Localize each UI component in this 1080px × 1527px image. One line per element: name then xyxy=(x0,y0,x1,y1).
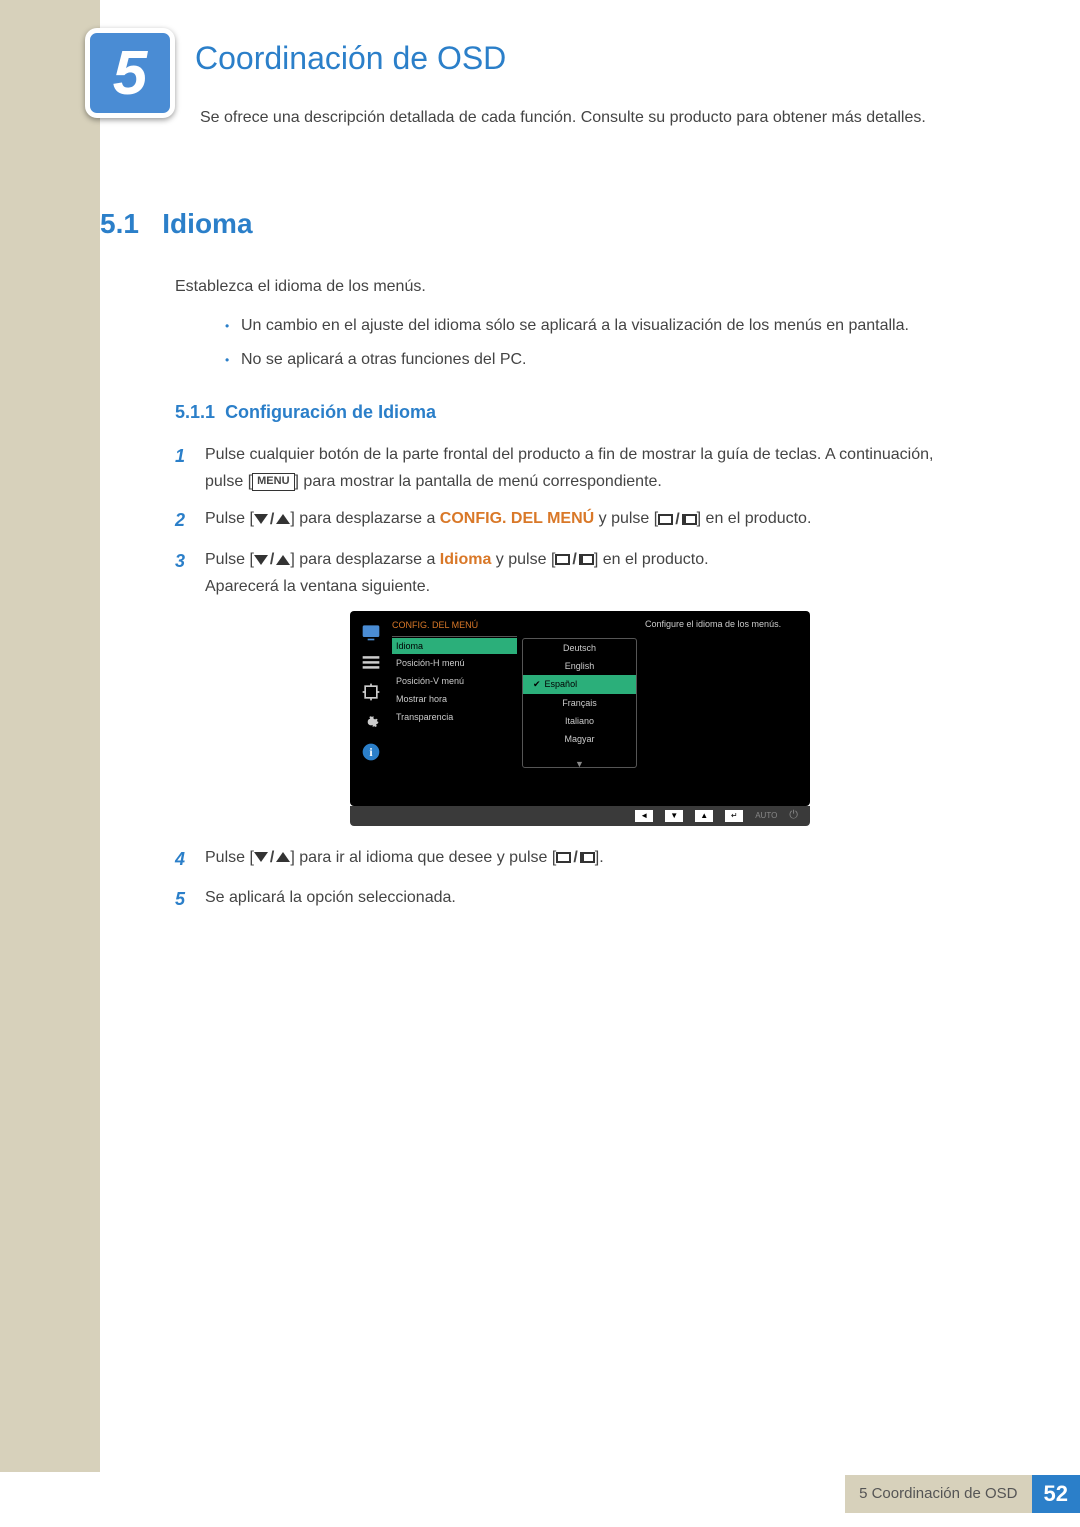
osd-lang-option: Français xyxy=(523,694,636,712)
step-1: 1 Pulse cualquier botón de la parte fron… xyxy=(175,441,945,495)
enter-button-icon: ↵ xyxy=(725,810,743,822)
chapter-intro: Se ofrece una descripción detallada de c… xyxy=(200,106,940,130)
step-5: 5 Se aplicará la opción seleccionada. xyxy=(175,884,945,915)
step-4: 4 Pulse [/] para ir al idioma que desee … xyxy=(175,844,945,875)
osd-menu-header: CONFIG. DEL MENÚ xyxy=(392,617,517,637)
subsection-heading: 5.1.1 Configuración de Idioma xyxy=(175,402,945,423)
list-icon xyxy=(359,651,383,673)
down-up-icon: / xyxy=(254,844,290,871)
osd-lang-option: English xyxy=(523,657,636,675)
check-icon: ✔ xyxy=(533,679,541,690)
step-number: 2 xyxy=(175,505,205,536)
step-text-part: Se aplicará la opción seleccionada. xyxy=(205,884,945,915)
section-heading: 5.1 Idioma xyxy=(100,208,253,240)
step-2: 2 Pulse [/] para desplazarse a CONFIG. D… xyxy=(175,505,945,536)
section-title: Idioma xyxy=(162,208,252,239)
section-number: 5.1 xyxy=(100,208,139,239)
enter-icon: / xyxy=(555,546,593,573)
size-icon xyxy=(359,681,383,703)
info-icon: i xyxy=(359,741,383,763)
down-up-icon: / xyxy=(254,546,290,573)
highlight-text: CONFIG. DEL MENÚ xyxy=(440,510,594,527)
chapter-number-badge: 5 xyxy=(85,28,175,118)
step-text-part: y pulse [ xyxy=(491,551,555,568)
step-3: 3 Pulse [/] para desplazarse a Idioma y … xyxy=(175,546,945,601)
step-text-part: ] en el producto. xyxy=(697,510,812,527)
subsection-number: 5.1.1 xyxy=(175,402,215,422)
step-text-part: ] para mostrar la pantalla de menú corre… xyxy=(295,473,662,490)
step-text-part: Pulse [ xyxy=(205,551,254,568)
step-text-part: Aparecerá la ventana siguiente. xyxy=(205,578,430,595)
auto-label: AUTO xyxy=(755,811,777,820)
subsection-title: Configuración de Idioma xyxy=(225,402,436,422)
step-number: 1 xyxy=(175,441,205,495)
osd-lang-option: Italiano xyxy=(523,712,636,730)
step-number: 4 xyxy=(175,844,205,875)
down-button-icon: ▼ xyxy=(665,810,683,822)
osd-menu-item: Transparencia xyxy=(392,708,517,726)
step-text-part: ] para ir al idioma que desee y pulse [ xyxy=(290,849,556,866)
osd-menu-item-selected: Idioma xyxy=(392,638,517,654)
osd-language-dropdown: Deutsch English ✔ Español Français Italia… xyxy=(522,638,637,768)
section-description: Establezca el idioma de los menús. xyxy=(175,278,945,296)
step-list-cont: 4 Pulse [/] para ir al idioma que desee … xyxy=(175,844,945,915)
highlight-text: Idioma xyxy=(440,551,492,568)
display-icon xyxy=(359,621,383,643)
osd-menu-item: Posición-V menú xyxy=(392,672,517,690)
left-sidebar xyxy=(0,0,100,1472)
down-up-icon: / xyxy=(254,506,290,533)
step-text-part: ] en el producto. xyxy=(594,551,709,568)
note-item: No se aplicará a otras funciones del PC. xyxy=(225,348,945,372)
step-text-part: Pulse [ xyxy=(205,849,254,866)
step-number: 3 xyxy=(175,546,205,601)
up-button-icon: ▲ xyxy=(695,810,713,822)
step-text-part: ]. xyxy=(595,849,604,866)
osd-lang-option: Magyar xyxy=(523,730,636,748)
step-text-part: y pulse [ xyxy=(594,510,658,527)
osd-lang-option-selected: ✔ Español xyxy=(523,675,636,694)
menu-button-label: MENU xyxy=(252,473,294,490)
gear-icon xyxy=(359,711,383,733)
step-list: 1 Pulse cualquier botón de la parte fron… xyxy=(175,441,945,601)
step-number: 5 xyxy=(175,884,205,915)
chapter-header: 5 Coordinación de OSD xyxy=(85,28,506,118)
footer-chapter-label: 5 Coordinación de OSD xyxy=(845,1475,1031,1513)
osd-help-text: Configure el idioma de los menús. xyxy=(637,611,810,806)
osd-menu-item: Posición-H menú xyxy=(392,654,517,672)
left-button-icon: ◄ xyxy=(635,810,653,822)
note-list: Un cambio en el ajuste del idioma sólo s… xyxy=(175,314,945,372)
osd-footer-bar: ◄ ▼ ▲ ↵ AUTO ⏻ xyxy=(350,806,810,826)
step-text-part: ] para desplazarse a xyxy=(290,510,439,527)
osd-lang-label: Español xyxy=(545,679,578,689)
power-icon: ⏻ xyxy=(789,809,798,822)
page-footer: 5 Coordinación de OSD 52 xyxy=(845,1475,1080,1513)
enter-icon: / xyxy=(658,506,696,533)
enter-icon: / xyxy=(556,844,594,871)
step-text-part: ] para desplazarse a xyxy=(290,551,439,568)
step-text-part: Pulse [ xyxy=(205,510,254,527)
osd-lang-option: Deutsch xyxy=(523,639,636,657)
osd-menu-column: CONFIG. DEL MENÚ Idioma Posición-H menú … xyxy=(392,611,517,806)
osd-menu-item: Mostrar hora xyxy=(392,690,517,708)
osd-screenshot: i CONFIG. DEL MENÚ Idioma Posición-H men… xyxy=(350,611,810,826)
chapter-title: Coordinación de OSD xyxy=(195,40,506,77)
scroll-down-icon: ▼ xyxy=(575,759,584,769)
note-item: Un cambio en el ajuste del idioma sólo s… xyxy=(225,314,945,338)
osd-sidebar-icons: i xyxy=(350,611,392,806)
footer-page-number: 52 xyxy=(1032,1475,1080,1513)
